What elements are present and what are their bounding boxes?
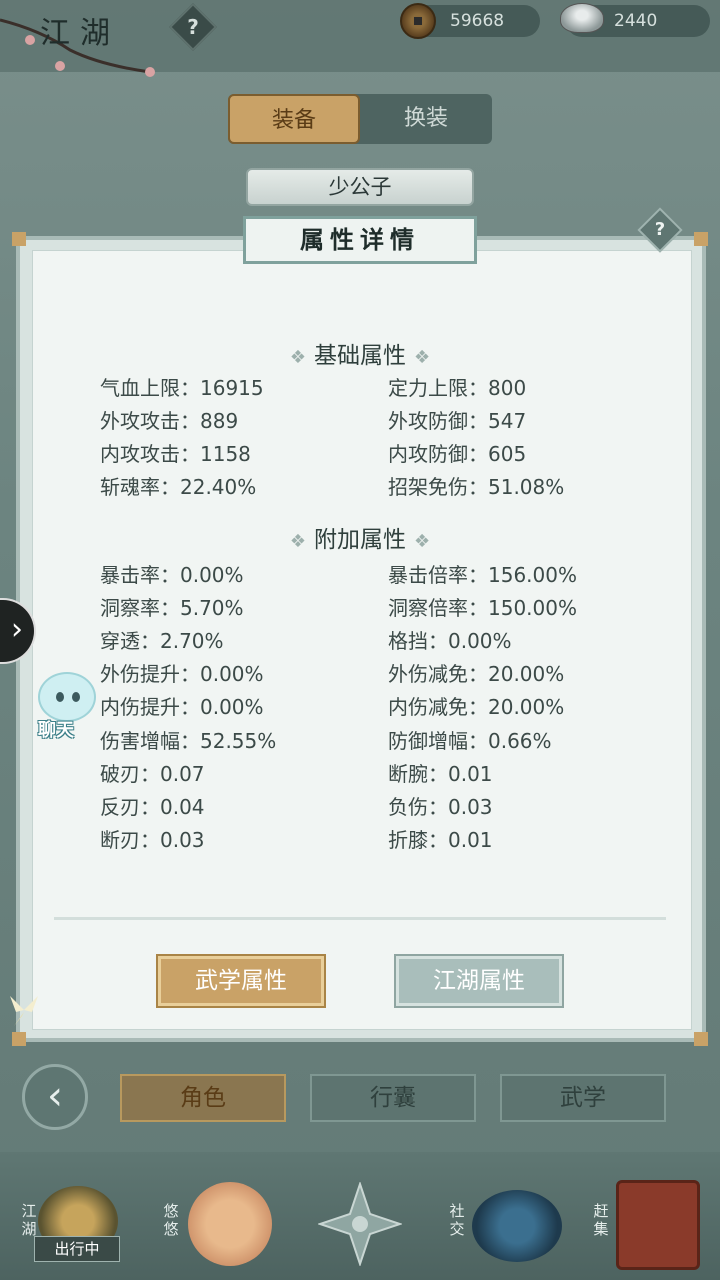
nav-role[interactable]: 角色 [120,1074,286,1122]
diamond-icon: ❖ [289,347,306,368]
extra-section-label: 附加属性 [314,527,406,553]
stat-item: 反刃：0.04 [100,795,205,819]
extra-section-title: ❖ 附加属性 ❖ [0,520,720,554]
tab-switch-outfit[interactable]: 换装 [360,94,492,144]
stat-item: 内伤减免：20.00% [388,695,565,719]
stat-item: 内攻防御：605 [388,442,527,466]
coin-counter: 59668 [400,3,540,39]
silver-ingot-icon [560,3,604,33]
corner-ornament [694,1032,708,1046]
stat-item: 定力上限：800 [388,376,527,400]
basic-section-title: ❖ 基础属性 ❖ [0,336,720,370]
corner-ornament [694,232,708,246]
back-button[interactable]: ‹ [22,1064,88,1130]
compass-star-icon[interactable] [318,1182,402,1266]
martial-attributes-button[interactable]: 武学属性 [156,954,326,1008]
silver-value: 2440 [614,11,658,31]
stat-item: 断腕：0.01 [388,762,493,786]
youyou-icon [188,1182,272,1266]
character-name: 少公子 [246,168,474,206]
stat-item: 伤害增幅：52.55% [100,729,277,753]
eye [72,692,80,702]
dock-social-label: 社交 [449,1202,465,1238]
diamond-icon: ❖ [414,347,431,368]
diamond-icon: ❖ [414,531,431,552]
stat-item: 洞察率：5.70% [100,596,244,620]
stat-item: 折膝：0.01 [388,828,493,852]
chat-label: 聊天 [38,720,74,741]
stat-item: 内攻攻击：1158 [100,442,251,466]
dock-jianghu-label: 江湖 [21,1202,37,1238]
stat-item: 暴击倍率：156.00% [388,563,577,587]
stat-item: 斩魂率：22.40% [100,475,257,499]
stat-item: 招架免伤：51.08% [388,475,565,499]
chat-bubble-icon [38,672,96,722]
page-title: 江湖 [40,16,120,51]
silver-counter: 2440 [560,3,710,37]
market-basket-icon [616,1180,700,1270]
corner-ornament [12,232,26,246]
stat-item: 外伤提升：0.00% [100,662,264,686]
nav-martial[interactable]: 武学 [500,1074,666,1122]
stat-item: 断刃：0.03 [100,828,205,852]
stat-item: 内伤提升：0.00% [100,695,264,719]
tab-equip[interactable]: 装备 [228,94,360,144]
stat-item: 格挡：0.00% [388,629,512,653]
stat-item: 暴击率：0.00% [100,563,244,587]
question-mark: ? [654,219,666,240]
jianghu-attributes-button[interactable]: 江湖属性 [394,954,564,1008]
stat-item: 外攻攻击：889 [100,409,239,433]
basic-section-label: 基础属性 [314,343,406,369]
stat-item: 外攻防御：547 [388,409,527,433]
nav-bag[interactable]: 行囊 [310,1074,476,1122]
stat-item: 外伤减免：20.00% [388,662,565,686]
stat-item: 负伤：0.03 [388,795,493,819]
traveling-badge: 出行中 [34,1236,120,1262]
stat-item: 破刃：0.07 [100,762,205,786]
stat-item: 气血上限：16915 [100,376,264,400]
dock-market-label: 赶集 [593,1202,609,1238]
stat-item: 防御增幅：0.66% [388,729,552,753]
butterfly-decoration [10,996,38,1026]
corner-ornament [12,1032,26,1046]
stat-item: 穿透：2.70% [100,629,224,653]
copper-coin-icon [400,3,436,39]
dock-youyou-label: 悠悠 [163,1202,179,1238]
question-mark: ? [187,15,199,39]
equip-tabs: 装备 换装 [228,94,492,144]
panel-title: 属性详情 [243,216,477,264]
divider [54,917,666,920]
chat-button[interactable]: 聊天 [32,672,98,742]
stat-item: 洞察倍率：150.00% [388,596,577,620]
social-icon [472,1190,562,1262]
coin-value: 59668 [450,11,505,31]
eye [56,692,64,702]
diamond-icon: ❖ [289,531,306,552]
